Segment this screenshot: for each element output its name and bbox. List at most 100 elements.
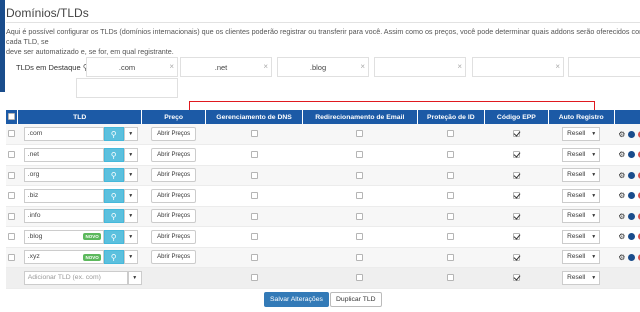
registrar-select[interactable]: Resell ▼ — [562, 147, 601, 162]
epp-code-checkbox[interactable] — [512, 192, 520, 200]
epp-code-checkbox[interactable] — [512, 274, 520, 282]
side-tab[interactable] — [0, 0, 5, 92]
dns-checkbox[interactable] — [250, 192, 258, 200]
gear-icon[interactable]: ⚙ — [618, 150, 625, 159]
close-icon[interactable]: × — [360, 62, 365, 71]
id-protection-checkbox[interactable] — [447, 212, 455, 220]
featured-tld-slot[interactable]: .net × — [180, 57, 272, 77]
id-protection-checkbox[interactable] — [447, 253, 455, 261]
featured-tld-slot[interactable]: × — [568, 57, 640, 77]
epp-code-checkbox[interactable] — [512, 233, 520, 241]
featured-tld-slot[interactable]: .com × — [86, 57, 178, 77]
open-pricing-button[interactable]: Abrir Preços — [151, 127, 197, 141]
registrar-select[interactable]: Resell ▼ — [562, 127, 601, 141]
caret-down-icon[interactable]: ▼ — [127, 270, 142, 285]
id-protection-checkbox[interactable] — [447, 233, 455, 241]
arrows-icon[interactable] — [628, 192, 636, 200]
epp-code-checkbox[interactable] — [512, 130, 520, 138]
tld-input[interactable]: .com — [23, 127, 104, 141]
registrar-select[interactable]: Resell ▼ — [562, 209, 601, 224]
dns-checkbox[interactable] — [250, 171, 258, 179]
lightbulb-icon[interactable]: ⚲ — [103, 250, 124, 265]
dns-checkbox[interactable] — [250, 212, 258, 220]
caret-down-icon[interactable]: ▼ — [123, 127, 138, 141]
email-forwarding-checkbox[interactable] — [356, 274, 364, 282]
save-changes-button[interactable]: Salvar Alterações — [264, 292, 329, 307]
epp-code-checkbox[interactable] — [512, 151, 520, 159]
dns-checkbox[interactable] — [250, 130, 258, 138]
close-icon[interactable]: × — [555, 62, 560, 71]
row-checkbox[interactable] — [8, 171, 16, 179]
gear-icon[interactable]: ⚙ — [618, 232, 625, 241]
caret-down-icon[interactable]: ▼ — [123, 168, 138, 183]
email-forwarding-checkbox[interactable] — [356, 171, 364, 179]
dns-checkbox[interactable] — [250, 151, 258, 159]
email-forwarding-checkbox[interactable] — [356, 130, 364, 138]
gear-icon[interactable]: ⚙ — [618, 253, 625, 262]
arrows-icon[interactable] — [628, 253, 636, 261]
row-checkbox[interactable] — [8, 192, 16, 200]
caret-down-icon[interactable]: ▼ — [123, 147, 138, 162]
tld-input[interactable]: .info — [23, 209, 104, 224]
registrar-select[interactable]: Resell ▼ — [562, 188, 601, 203]
caret-down-icon[interactable]: ▼ — [123, 209, 138, 224]
caret-down-icon[interactable]: ▼ — [123, 229, 138, 244]
lightbulb-icon[interactable]: ⚲ — [103, 147, 124, 162]
select-all-header[interactable] — [6, 110, 19, 124]
tld-input[interactable]: .biz — [23, 188, 104, 203]
gear-icon[interactable]: ⚙ — [618, 171, 625, 180]
tld-input[interactable]: .net — [23, 147, 104, 162]
close-icon[interactable]: × — [263, 62, 268, 71]
id-protection-checkbox[interactable] — [447, 192, 455, 200]
lightbulb-icon[interactable]: ⚲ — [103, 168, 124, 183]
close-icon[interactable]: × — [457, 62, 462, 71]
registrar-select[interactable]: Resell ▼ — [562, 168, 601, 183]
row-checkbox[interactable] — [8, 151, 16, 159]
featured-tld-slot[interactable]: × — [472, 57, 564, 77]
dns-checkbox[interactable] — [250, 233, 258, 241]
id-protection-checkbox[interactable] — [447, 171, 455, 179]
epp-code-checkbox[interactable] — [512, 212, 520, 220]
tld-input[interactable]: .org — [23, 168, 104, 183]
registrar-select[interactable]: Resell ▼ — [562, 250, 601, 265]
arrows-icon[interactable] — [628, 233, 636, 241]
close-icon[interactable]: × — [169, 62, 174, 71]
arrows-icon[interactable] — [628, 130, 636, 138]
epp-code-checkbox[interactable] — [512, 253, 520, 261]
lightbulb-icon[interactable]: ⚲ — [103, 127, 124, 141]
id-protection-checkbox[interactable] — [447, 130, 455, 138]
featured-tld-slot[interactable]: .blog × — [277, 57, 369, 77]
open-pricing-button[interactable]: Abrir Preços — [151, 147, 197, 162]
dns-checkbox[interactable] — [250, 253, 258, 261]
email-forwarding-checkbox[interactable] — [356, 212, 364, 220]
row-checkbox[interactable] — [8, 253, 16, 261]
arrows-icon[interactable] — [628, 212, 636, 220]
registrar-select[interactable]: Resell ▼ — [562, 229, 601, 244]
featured-tld-slot[interactable]: × — [374, 57, 466, 77]
row-checkbox[interactable] — [8, 130, 16, 138]
id-protection-checkbox[interactable] — [447, 274, 455, 282]
open-pricing-button[interactable]: Abrir Preços — [151, 229, 197, 244]
gear-icon[interactable]: ⚙ — [618, 130, 625, 139]
open-pricing-button[interactable]: Abrir Preços — [151, 250, 197, 265]
email-forwarding-checkbox[interactable] — [356, 253, 364, 261]
epp-code-checkbox[interactable] — [512, 171, 520, 179]
dns-checkbox[interactable] — [250, 274, 258, 282]
open-pricing-button[interactable]: Abrir Preços — [151, 168, 197, 183]
add-tld-input[interactable]: Adicionar TLD (ex. com) — [23, 270, 128, 285]
open-pricing-button[interactable]: Abrir Preços — [151, 209, 197, 224]
gear-icon[interactable]: ⚙ — [618, 212, 625, 221]
lightbulb-icon[interactable]: ⚲ — [103, 188, 124, 203]
caret-down-icon[interactable]: ▼ — [123, 250, 138, 265]
featured-tld-slot[interactable] — [76, 78, 178, 98]
row-checkbox[interactable] — [8, 233, 16, 241]
tld-input[interactable]: .xyz NOVO — [23, 250, 104, 265]
arrows-icon[interactable] — [628, 171, 636, 179]
arrows-icon[interactable] — [628, 151, 636, 159]
tld-input[interactable]: .blog NOVO — [23, 229, 104, 244]
select-all-checkbox[interactable] — [8, 113, 16, 121]
open-pricing-button[interactable]: Abrir Preços — [151, 188, 197, 203]
caret-down-icon[interactable]: ▼ — [123, 188, 138, 203]
email-forwarding-checkbox[interactable] — [356, 192, 364, 200]
lightbulb-icon[interactable]: ⚲ — [103, 229, 124, 244]
